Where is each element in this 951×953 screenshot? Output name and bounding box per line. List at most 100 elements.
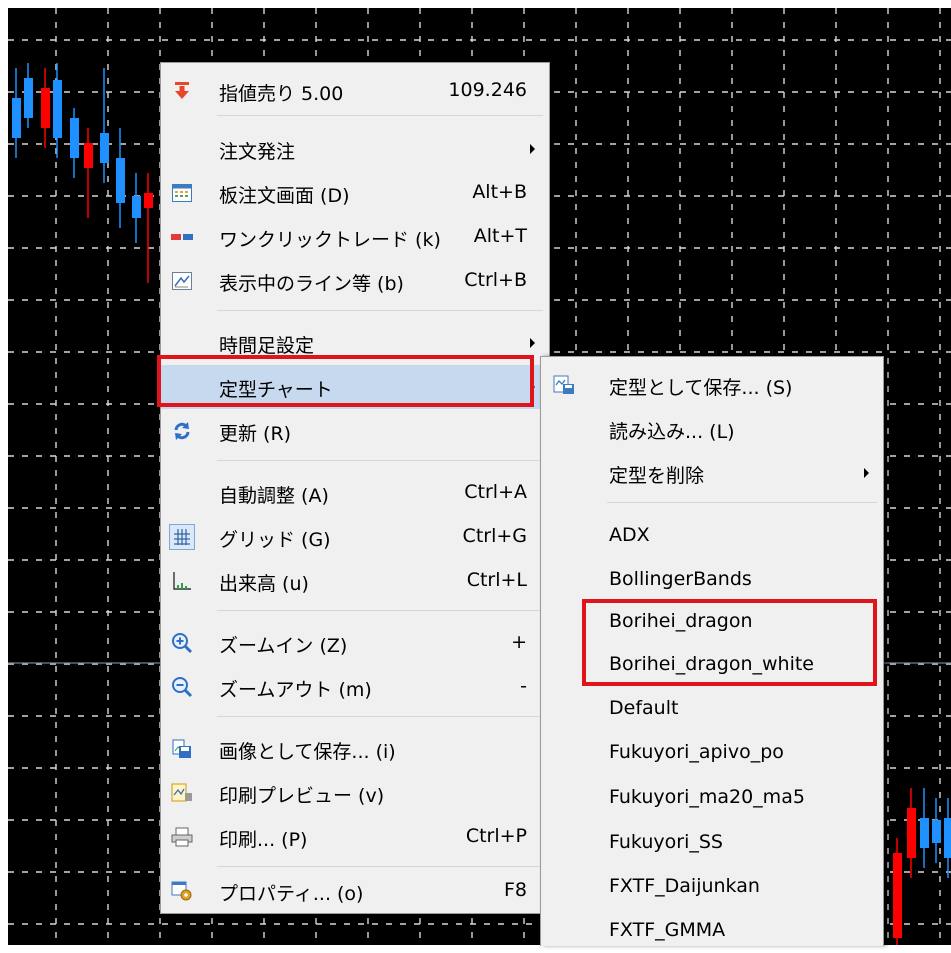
candle-body: [944, 818, 951, 858]
template-item[interactable]: ADX: [541, 514, 883, 558]
template-item-label: Fukuyori_SS: [609, 831, 723, 853]
candle-body: [100, 133, 109, 163]
template-item[interactable]: FXTF_Daijunkan: [541, 865, 883, 909]
menu-item-print[interactable]: 印刷... (P) Ctrl+P: [161, 815, 549, 859]
print-preview-icon: [171, 782, 193, 804]
menu-item-shown-lines[interactable]: 表示中のライン等 (b) Ctrl+B: [161, 259, 549, 303]
submenu-arrow-icon: [530, 144, 535, 154]
template-item[interactable]: Fukuyori_SS: [541, 821, 883, 865]
refresh-label: 更新 (R): [219, 423, 292, 445]
candle-body: [24, 78, 33, 118]
auto-scroll-label: 自動調整 (A): [219, 485, 329, 507]
menu-item-order[interactable]: 注文発注: [161, 127, 549, 171]
menu-item-volume[interactable]: 出来高 (u) Ctrl+L: [161, 559, 549, 603]
candle-body: [116, 158, 125, 203]
submenu-arrow-icon: [864, 468, 869, 478]
template-item-label: FXTF_Daijunkan: [609, 875, 760, 897]
sell-limit-label: 指値売り 5.00: [219, 83, 344, 105]
printer-icon: [171, 826, 193, 848]
timeframe-label: 時間足設定: [219, 335, 315, 357]
menu-item-delete-template[interactable]: 定型を削除: [541, 451, 883, 495]
print-shortcut: Ctrl+P: [465, 825, 527, 847]
menu-item-load-template[interactable]: 読み込み... (L): [541, 407, 883, 451]
menu-item-save-image[interactable]: 画像として保存... (i): [161, 727, 549, 771]
template-item[interactable]: FXTF_GMMA: [541, 909, 883, 953]
candle-body: [893, 853, 902, 938]
one-click-trade-shortcut: Alt+T: [473, 225, 527, 247]
chart-context-menu: 指値売り 5.00 109.246 注文発注 板注文画面 (D) Alt+B ワ…: [160, 62, 550, 914]
candle-body: [144, 193, 153, 208]
board-order-icon: [171, 182, 193, 204]
template-item[interactable]: BollingerBands: [541, 558, 883, 602]
template-item-label: Fukuyori_apivo_po: [609, 741, 784, 763]
board-order-shortcut: Alt+B: [472, 181, 527, 203]
print-preview-label: 印刷プレビュー (v): [219, 785, 385, 807]
load-template-label: 読み込み... (L): [609, 421, 735, 443]
candle-body: [41, 88, 50, 128]
candle-body: [84, 143, 93, 168]
sell-limit-price: 109.246: [448, 79, 527, 101]
candle-body: [70, 118, 79, 158]
menu-item-one-click-trade[interactable]: ワンクリックトレード (k) Alt+T: [161, 215, 549, 259]
menu-separator: [217, 460, 543, 461]
template-item[interactable]: Fukuyori_apivo_po: [541, 731, 883, 775]
print-label: 印刷... (P): [219, 829, 308, 851]
sell-arrow-icon: [171, 80, 193, 102]
template-item-label: ADX: [609, 524, 650, 546]
candle-body: [132, 196, 141, 218]
zoom-in-icon: [171, 632, 193, 654]
candle-body: [920, 818, 929, 848]
menu-item-auto-scroll[interactable]: 自動調整 (A) Ctrl+A: [161, 471, 549, 515]
zoom-in-label: ズームイン (Z): [219, 635, 348, 657]
template-item-label: Default: [609, 697, 679, 719]
save-image-icon: [171, 738, 193, 760]
properties-label: プロパティ... (o): [219, 883, 364, 905]
menu-item-board-order[interactable]: 板注文画面 (D) Alt+B: [161, 171, 549, 215]
volume-icon: [171, 570, 193, 592]
line-objects-icon: [171, 270, 193, 292]
shown-lines-label: 表示中のライン等 (b): [219, 273, 404, 295]
volume-shortcut: Ctrl+L: [466, 569, 527, 591]
properties-icon: [171, 880, 193, 902]
menu-item-refresh[interactable]: 更新 (R): [161, 409, 549, 453]
template-item[interactable]: Default: [541, 687, 883, 731]
menu-item-save-template[interactable]: 定型として保存... (S): [541, 363, 883, 407]
one-click-trade-label: ワンクリックトレード (k): [219, 229, 441, 251]
candle-body: [53, 80, 62, 138]
auto-scroll-shortcut: Ctrl+A: [464, 481, 527, 503]
menu-separator: [217, 115, 543, 116]
order-label: 注文発注: [219, 141, 296, 163]
candle-body: [907, 808, 916, 858]
refresh-icon: [171, 420, 193, 442]
highlight-box-template-chart: [157, 355, 534, 407]
save-image-label: 画像として保存... (i): [219, 741, 396, 763]
menu-separator: [217, 866, 543, 867]
zoom-out-shortcut: -: [520, 675, 527, 697]
menu-separator: [607, 502, 877, 503]
zoom-out-label: ズームアウト (m): [219, 679, 372, 701]
delete-template-label: 定型を削除: [609, 465, 705, 487]
candle-body: [12, 98, 21, 138]
properties-shortcut: F8: [503, 879, 527, 901]
submenu-arrow-icon: [530, 338, 535, 348]
menu-separator: [217, 610, 543, 611]
save-template-icon: [553, 374, 575, 396]
shown-lines-shortcut: Ctrl+B: [464, 269, 527, 291]
menu-item-properties[interactable]: プロパティ... (o) F8: [161, 869, 549, 913]
template-item[interactable]: Fukuyori_ma20_ma5: [541, 776, 883, 820]
zoom-out-icon: [171, 676, 193, 698]
menu-item-grid[interactable]: グリッド (G) Ctrl+G: [161, 515, 549, 559]
one-click-trade-icon: [171, 226, 193, 248]
grid-shortcut: Ctrl+G: [462, 525, 527, 547]
grid-icon: [169, 524, 195, 550]
menu-separator: [217, 310, 543, 311]
menu-item-zoom-out[interactable]: ズームアウト (m) -: [161, 665, 549, 709]
save-template-label: 定型として保存... (S): [609, 377, 793, 399]
highlight-box-borihei-templates: [582, 599, 877, 686]
candle-body: [932, 820, 941, 843]
grid-label: グリッド (G): [219, 529, 331, 551]
menu-item-zoom-in[interactable]: ズームイン (Z) +: [161, 621, 549, 665]
menu-item-print-preview[interactable]: 印刷プレビュー (v): [161, 771, 549, 815]
template-item-label: BollingerBands: [609, 568, 752, 590]
menu-item-sell-limit[interactable]: 指値売り 5.00 109.246: [161, 69, 549, 113]
